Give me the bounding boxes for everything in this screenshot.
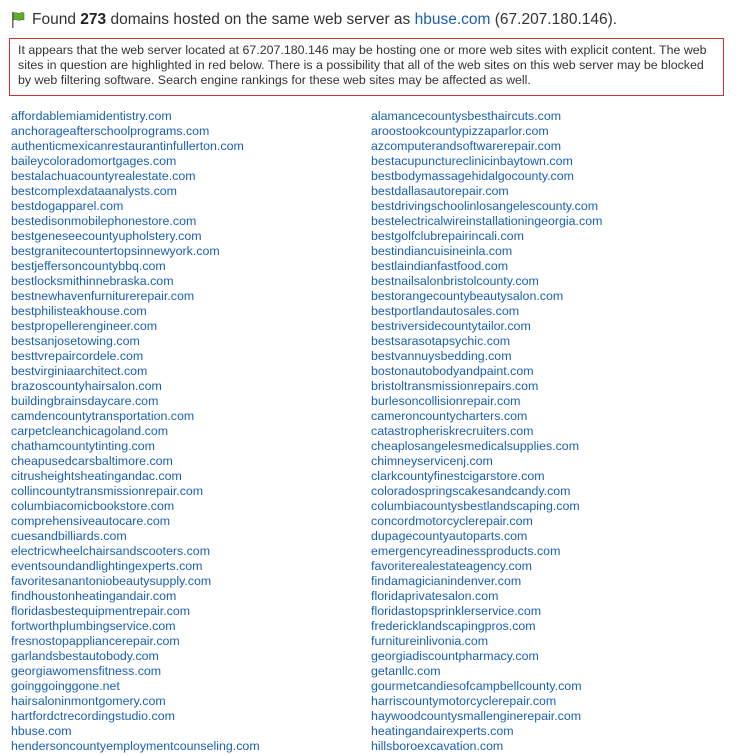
- domain-link[interactable]: findhoustonheatingandair.com: [11, 589, 260, 604]
- domain-link[interactable]: bestdrivingschoolinlosangelescounty.com: [371, 199, 602, 214]
- domain-link[interactable]: hendersoncountyemploymentcounseling.com: [11, 739, 260, 754]
- domain-link[interactable]: bestacupunctureclinicinbaytown.com: [371, 154, 602, 169]
- domain-link[interactable]: hillsboroexcavation.com: [371, 739, 602, 754]
- domain-link[interactable]: bestdallasautorepair.com: [371, 184, 602, 199]
- domain-link[interactable]: columbiacountysbestlandscaping.com: [371, 499, 602, 514]
- domain-link[interactable]: fortworthplumbingservice.com: [11, 619, 260, 634]
- domain-link[interactable]: electricwheelchairsandscooters.com: [11, 544, 260, 559]
- result-header: Found 273 domains hosted on the same web…: [10, 8, 617, 32]
- domain-link[interactable]: bestvannuysbedding.com: [371, 349, 602, 364]
- domain-link[interactable]: bestphilisteakhouse.com: [11, 304, 260, 319]
- domain-link[interactable]: bestedisonmobilephonestore.com: [11, 214, 260, 229]
- domain-link[interactable]: concordmotorcyclerepair.com: [371, 514, 602, 529]
- domain-link[interactable]: buildingbrainsdaycare.com: [11, 394, 260, 409]
- domain-column-left: affordablemiamidentistry.com anchorageaft…: [11, 109, 260, 754]
- domain-link[interactable]: bestelectricalwireinstallationingeorgia.…: [371, 214, 602, 229]
- domain-link[interactable]: bestvirginiaarchitect.com: [11, 364, 260, 379]
- domain-link[interactable]: bestnailsalonbristolcounty.com: [371, 274, 602, 289]
- domain-link[interactable]: bestnewhavenfurniturerepair.com: [11, 289, 260, 304]
- domain-link[interactable]: bristoltransmissionrepairs.com: [371, 379, 602, 394]
- domain-link[interactable]: azcomputerandsoftwarerepair.com: [371, 139, 602, 154]
- header-prefix: Found: [32, 11, 76, 28]
- domain-link[interactable]: authenticmexicanrestaurantinfullerton.co…: [11, 139, 260, 154]
- domain-link[interactable]: dupagecountyautoparts.com: [371, 529, 602, 544]
- domain-link[interactable]: brazoscountyhairsalon.com: [11, 379, 260, 394]
- domain-link[interactable]: gourmetcandiesofcampbellcounty.com: [371, 679, 602, 694]
- domain-link[interactable]: chathamcountytinting.com: [11, 439, 260, 454]
- domain-link[interactable]: bestindiancuisineinla.com: [371, 244, 602, 259]
- domain-link[interactable]: bestriversidecountytailor.com: [371, 319, 602, 334]
- warning-text: It appears that the web server located a…: [18, 43, 707, 87]
- domain-link[interactable]: catastropheriskrecruiters.com: [371, 424, 602, 439]
- domain-link[interactable]: haywoodcountysmallenginerepair.com: [371, 709, 602, 724]
- domain-link[interactable]: cheaplosangelesmedicalsupplies.com: [371, 439, 602, 454]
- domain-link[interactable]: bestbodymassagehidalgocounty.com: [371, 169, 602, 184]
- server-ip: (67.207.180.146).: [494, 11, 618, 28]
- domain-link[interactable]: heatingandairexperts.com: [371, 724, 602, 739]
- domain-link[interactable]: collincountytransmissionrepair.com: [11, 484, 260, 499]
- domain-link[interactable]: hartfordctrecordingstudio.com: [11, 709, 260, 724]
- domain-link[interactable]: coloradospringscakesandcandy.com: [371, 484, 602, 499]
- domain-link[interactable]: bostonautobodyandpaint.com: [371, 364, 602, 379]
- domain-link[interactable]: bestdogapparel.com: [11, 199, 260, 214]
- domain-link[interactable]: goinggoinggone.net: [11, 679, 260, 694]
- domain-link[interactable]: alamancecountysbesthaircuts.com: [371, 109, 602, 124]
- domain-link[interactable]: bestgeneseecountyupholstery.com: [11, 229, 260, 244]
- domain-link[interactable]: cuesandbilliards.com: [11, 529, 260, 544]
- domain-link[interactable]: getanllc.com: [371, 664, 602, 679]
- domain-link[interactable]: bestjeffersoncountybbq.com: [11, 259, 260, 274]
- domain-link[interactable]: floridasbestequipmentrepair.com: [11, 604, 260, 619]
- domain-link[interactable]: comprehensiveautocare.com: [11, 514, 260, 529]
- domain-link[interactable]: fredericklandscapingpros.com: [371, 619, 602, 634]
- domain-link[interactable]: furnitureinlivonia.com: [371, 634, 602, 649]
- domain-link[interactable]: bestportlandautosales.com: [371, 304, 602, 319]
- domain-link[interactable]: bestlaindianfastfood.com: [371, 259, 602, 274]
- domain-link[interactable]: bestlocksmithinnebraska.com: [11, 274, 260, 289]
- domain-link[interactable]: bestgranitecountertopsinnewyork.com: [11, 244, 260, 259]
- header-middle: domains hosted on the same web server as: [110, 11, 411, 28]
- domain-link[interactable]: aroostookcountypizzaparlor.com: [371, 124, 602, 139]
- domain-link[interactable]: burlesoncollisionrepair.com: [371, 394, 602, 409]
- domain-link[interactable]: bestpropellerengineer.com: [11, 319, 260, 334]
- domain-column-right: alamancecountysbesthaircuts.com aroostook…: [371, 109, 602, 754]
- domain-link[interactable]: findamagicianindenver.com: [371, 574, 602, 589]
- domain-link[interactable]: carpetcleanchicagoland.com: [11, 424, 260, 439]
- domain-link[interactable]: floridaprivatesalon.com: [371, 589, 602, 604]
- domain-link[interactable]: anchorageafterschoolprograms.com: [11, 124, 260, 139]
- domain-link[interactable]: hbuse.com: [11, 724, 260, 739]
- domain-link[interactable]: bestsanjosetowing.com: [11, 334, 260, 349]
- server-domain-link[interactable]: hbuse.com: [415, 11, 491, 29]
- domain-link[interactable]: eventsoundandlightingexperts.com: [11, 559, 260, 574]
- domain-link[interactable]: favoriterealestateagency.com: [371, 559, 602, 574]
- flag-icon: [12, 12, 25, 28]
- domain-link[interactable]: baileycoloradomortgages.com: [11, 154, 260, 169]
- domain-link[interactable]: besttvrepaircordele.com: [11, 349, 260, 364]
- domain-link[interactable]: harriscountymotorcyclerepair.com: [371, 694, 602, 709]
- domain-link[interactable]: bestgolfclubrepairincali.com: [371, 229, 602, 244]
- domain-link[interactable]: hairsaloninmontgomery.com: [11, 694, 260, 709]
- domain-link[interactable]: georgiadiscountpharmacy.com: [371, 649, 602, 664]
- domain-link[interactable]: cheapusedcarsbaltimore.com: [11, 454, 260, 469]
- domain-link[interactable]: cameroncountycharters.com: [371, 409, 602, 424]
- domain-link[interactable]: columbiacomicbookstore.com: [11, 499, 260, 514]
- domain-link[interactable]: bestsarasotapsychic.com: [371, 334, 602, 349]
- domain-link[interactable]: camdencountytransportation.com: [11, 409, 260, 424]
- domain-link[interactable]: affordablemiamidentistry.com: [11, 109, 260, 124]
- domain-count: 273: [80, 11, 107, 28]
- domain-link[interactable]: floridastopsprinklerservice.com: [371, 604, 602, 619]
- domain-link[interactable]: bestalachuacountyrealestate.com: [11, 169, 260, 184]
- domain-link[interactable]: bestcomplexdataanalysts.com: [11, 184, 260, 199]
- domain-link[interactable]: favoritesanantoniobeautysupply.com: [11, 574, 260, 589]
- domain-link[interactable]: clarkcountyfinestcigarstore.com: [371, 469, 602, 484]
- explicit-content-warning: It appears that the web server located a…: [9, 38, 724, 96]
- domain-link[interactable]: emergencyreadinessproducts.com: [371, 544, 602, 559]
- domain-link[interactable]: citrusheightsheatingandac.com: [11, 469, 260, 484]
- domain-link[interactable]: bestorangecountybeautysalon.com: [371, 289, 602, 304]
- domain-link[interactable]: garlandsbestautobody.com: [11, 649, 260, 664]
- domain-link[interactable]: fresnostopappliancerepair.com: [11, 634, 260, 649]
- domain-link[interactable]: georgiawomensfitness.com: [11, 664, 260, 679]
- domain-link[interactable]: chimneyservicenj.com: [371, 454, 602, 469]
